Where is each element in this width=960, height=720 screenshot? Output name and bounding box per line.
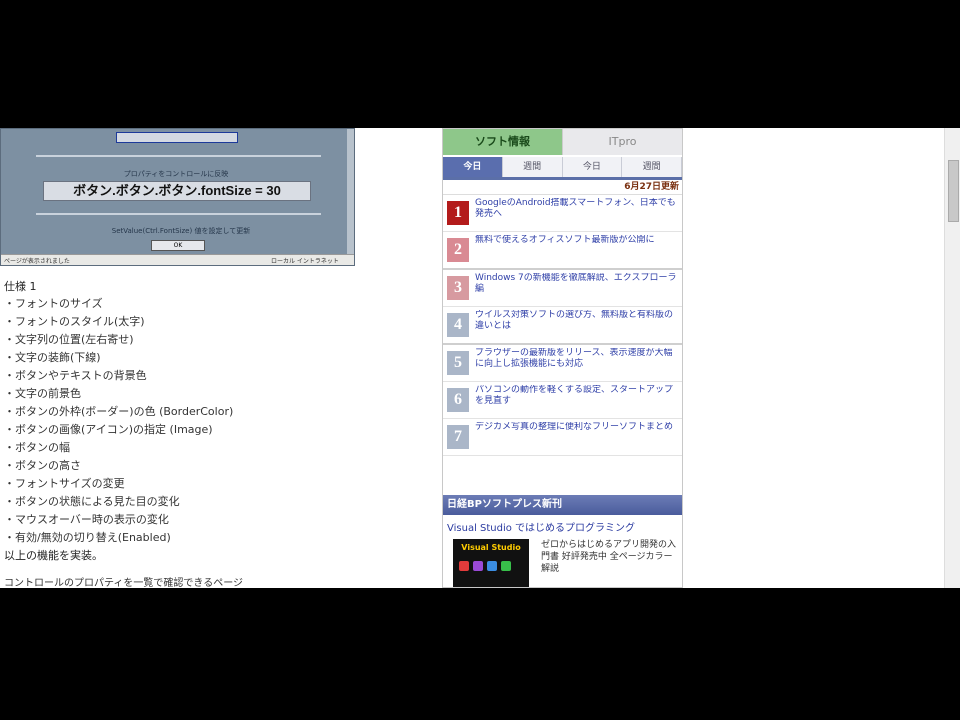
subtab-week[interactable]: 週間 (502, 157, 563, 177)
ranking-date: 6月27日更新 (443, 180, 682, 195)
book-cover-icons (459, 561, 511, 571)
rank-title-link[interactable]: ウイルス対策ソフトの選び方、無料版と有料版の違いとは (475, 310, 678, 343)
notes-list: ・フォントのサイズ ・フォントのスタイル(太字) ・文字列の位置(左右寄せ) ・… (4, 295, 424, 547)
book-logo: Visual Studio (461, 543, 521, 552)
blue-square-icon (487, 561, 497, 571)
divider (36, 155, 321, 157)
embedded-screenshot: プロパティをコントロールに反映 ボタン.ボタン.ボタン.fontSize = 3… (0, 128, 355, 266)
list-item: ・フォントのサイズ (4, 297, 103, 310)
thumb-status-bar: ページが表示されました ローカル イントラネット (1, 254, 354, 265)
rank-title-link[interactable]: GoogleのAndroid搭載スマートフォン、日本でも発売へ (475, 198, 678, 231)
ranking-widget: ソフト情報 ITpro 今日 週間 今日 週間 6月27日更新 1 Googleの… (442, 128, 683, 588)
rank-number-badge: 5 (447, 351, 469, 375)
list-item: ・フォントのスタイル(太字) (4, 315, 145, 328)
list-item: ・ボタンの幅 (4, 441, 70, 454)
ranking-item[interactable]: 4 ウイルス対策ソフトの選び方、無料版と有料版の違いとは (443, 307, 682, 345)
thumb-caption: プロパティをコントロールに反映 (123, 170, 229, 178)
list-item: ・ボタンの外枠(ボーダー)の色 (BorderColor) (4, 405, 234, 418)
feature-notes: 仕様 1 ・フォントのサイズ ・フォントのスタイル(太字) ・文字列の位置(左右… (4, 278, 424, 588)
rank-title-link[interactable]: Windows 7の新機能を徹底解説、エクスプローラ編 (475, 273, 678, 306)
rank-number-badge: 3 (447, 276, 469, 300)
notes-tail: 以上の機能を実装。 (4, 549, 103, 562)
ad-title-link[interactable]: Visual Studio ではじめるプログラミング (443, 515, 682, 538)
ranking-item[interactable]: 1 GoogleのAndroid搭載スマートフォン、日本でも発売へ (443, 195, 682, 232)
tab-software-info[interactable]: ソフト情報 (443, 129, 562, 155)
ranking-item[interactable]: 3 Windows 7の新機能を徹底解説、エクスプローラ編 (443, 270, 682, 307)
list-item: ・ボタンの画像(アイコン)の指定 (Image) (4, 423, 213, 436)
list-item: ・文字の装飾(下線) (4, 351, 101, 364)
ranking-item[interactable]: 6 パソコンの動作を軽くする設定、スタートアップを見直す (443, 382, 682, 419)
rank-number-badge: 7 (447, 425, 469, 449)
subtab-today-2[interactable]: 今日 (562, 157, 623, 177)
divider (36, 213, 321, 215)
browser-content: プロパティをコントロールに反映 ボタン.ボタン.ボタン.fontSize = 3… (0, 128, 960, 588)
red-square-icon (459, 561, 469, 571)
rank-number-badge: 2 (447, 238, 469, 262)
rank-number-badge: 1 (447, 201, 469, 225)
thumb-scrollbar (347, 129, 354, 257)
rank-number-badge: 4 (447, 313, 469, 337)
list-item: ・文字の前景色 (4, 387, 81, 400)
book-ad: 日経BPソフトプレス新刊 Visual Studio ではじめるプログラミング … (443, 495, 682, 587)
rank-title-link[interactable]: 無料で使えるオフィスソフト最新版が公開に (475, 235, 678, 268)
ranking-item[interactable]: 7 デジカメ写真の整理に便利なフリーソフトまとめ (443, 419, 682, 456)
tab-itpro[interactable]: ITpro (562, 129, 682, 155)
ranking-subtabs: 今日 週間 今日 週間 (443, 157, 682, 180)
widget-tabs: ソフト情報 ITpro (443, 129, 682, 155)
status-left: ページが表示されました (4, 258, 70, 265)
rank-title-link[interactable]: パソコンの動作を軽くする設定、スタートアップを見直す (475, 385, 678, 418)
list-item: ・マウスオーバー時の表示の変化 (4, 513, 169, 526)
thumb-small-button: OK (151, 240, 205, 251)
notes-heading: 仕様 1 (4, 280, 37, 293)
thumb-big-button: ボタン.ボタン.ボタン.fontSize = 30 (43, 181, 311, 201)
ranking-item[interactable]: 2 無料で使えるオフィスソフト最新版が公開に (443, 232, 682, 270)
list-item: ・ボタンやテキストの背景色 (4, 369, 147, 382)
list-item: ・ボタンの高さ (4, 459, 81, 472)
ad-description: ゼロからはじめるアプリ開発の入門書 好評発売中 全ページカラー解説 (541, 540, 677, 574)
list-item: ・文字列の位置(左右寄せ) (4, 333, 134, 346)
thumb-top-button (116, 132, 238, 143)
page-scrollbar[interactable] (944, 128, 960, 588)
purple-square-icon (473, 561, 483, 571)
status-right: ローカル イントラネット (271, 258, 339, 265)
thumb-footer: SetValue(Ctrl.FontSize) 値を設定して更新 (111, 227, 251, 235)
list-item: ・有効/無効の切り替え(Enabled) (4, 531, 171, 544)
ad-header: 日経BPソフトプレス新刊 (443, 495, 682, 515)
subtab-week-2[interactable]: 週間 (622, 157, 682, 177)
scrollbar-thumb[interactable] (948, 160, 959, 222)
rank-title-link[interactable]: ブラウザーの最新版をリリース、表示速度が大幅に向上し拡張機能にも対応 (475, 348, 678, 381)
rank-title-link[interactable]: デジカメ写真の整理に便利なフリーソフトまとめ (475, 422, 678, 455)
book-cover-image[interactable]: Visual Studio (453, 539, 529, 587)
ranking-item[interactable]: 5 ブラウザーの最新版をリリース、表示速度が大幅に向上し拡張機能にも対応 (443, 345, 682, 382)
rank-number-badge: 6 (447, 388, 469, 412)
list-item: ・ボタンの状態による見た目の変化 (4, 495, 180, 508)
subtab-today[interactable]: 今日 (443, 157, 503, 177)
notes-link[interactable]: コントロールのプロパティを一覧で確認できるページ (4, 574, 364, 588)
green-square-icon (501, 561, 511, 571)
list-item: ・フォントサイズの変更 (4, 477, 125, 490)
ranking-list: 1 GoogleのAndroid搭載スマートフォン、日本でも発売へ 2 無料で使えるオ… (443, 195, 682, 456)
